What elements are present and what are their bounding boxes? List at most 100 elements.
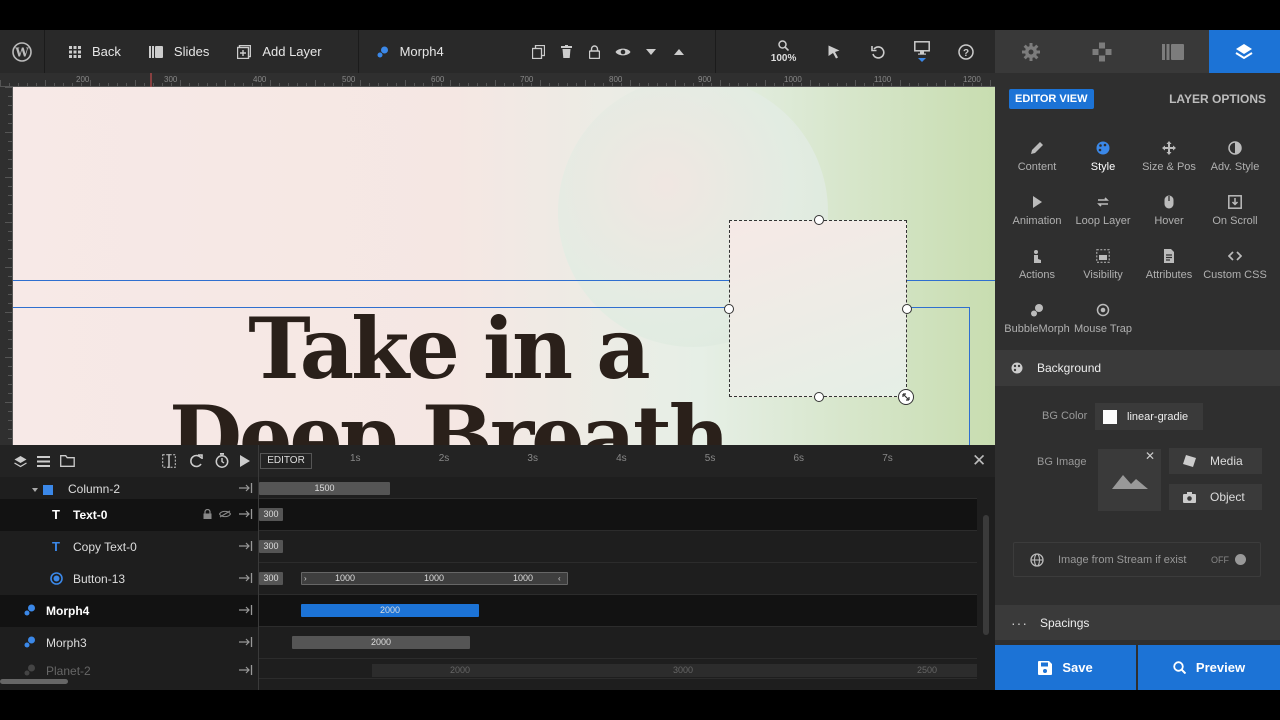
spacings-section-header[interactable]: ··· Spacings <box>995 605 1280 640</box>
time-tick-label: 5s <box>704 453 716 464</box>
timing-bar[interactable]: 2000 <box>292 636 470 649</box>
layer-row-copy-text-0[interactable]: T Copy Text-0 300 <box>0 531 995 563</box>
align-end-icon[interactable] <box>239 637 253 647</box>
undo-icon[interactable] <box>856 30 900 73</box>
slides-label: Slides <box>173 44 210 59</box>
lock-icon[interactable] <box>203 509 212 519</box>
resize-handle[interactable] <box>902 304 912 314</box>
align-end-icon[interactable] <box>239 483 253 493</box>
layer-row-morph3[interactable]: Morph3 2000 <box>0 627 995 659</box>
align-end-icon[interactable] <box>239 541 253 551</box>
start-time-badge[interactable]: 300 <box>259 508 283 521</box>
close-icon[interactable]: ✕ <box>1143 450 1157 464</box>
bg-color-field[interactable]: linear-gradie <box>1095 403 1203 430</box>
option-custom-css[interactable]: Custom CSS <box>1202 249 1268 281</box>
align-end-icon[interactable] <box>239 665 253 675</box>
object-button[interactable]: Object <box>1169 484 1262 510</box>
option-loop-layer[interactable]: Loop Layer <box>1070 195 1136 227</box>
layer-row-column-2[interactable]: Column-2 1500 <box>0 477 995 499</box>
option-visibility[interactable]: Visibility <box>1070 249 1136 281</box>
caret-up-icon[interactable] <box>665 30 693 73</box>
media-button[interactable]: Media <box>1169 448 1262 474</box>
stream-toggle[interactable] <box>1235 554 1246 565</box>
timing-bar[interactable]: 1500 <box>259 482 390 495</box>
ruler-label: 800 <box>609 75 623 84</box>
bg-image-label: BG Image <box>1037 456 1087 468</box>
zoom-control[interactable]: 100% <box>756 30 812 73</box>
duplicate-icon[interactable] <box>525 30 553 73</box>
folder-icon[interactable] <box>60 455 75 467</box>
hidden-eye-icon[interactable] <box>219 510 231 518</box>
planet-duration: 2000 <box>450 665 471 675</box>
current-layer-selector[interactable]: Morph4 <box>359 30 525 73</box>
back-button[interactable]: Back <box>45 30 135 73</box>
tab-layers[interactable] <box>1208 30 1280 73</box>
editor-view-badge[interactable]: EDITOR VIEW <box>1009 89 1094 109</box>
trash-icon[interactable] <box>553 30 581 73</box>
resize-handle[interactable] <box>724 304 734 314</box>
start-time-badge[interactable]: 300 <box>259 572 283 585</box>
background-section-header[interactable]: Background <box>995 350 1280 386</box>
add-layer-label: Add Layer <box>262 44 322 59</box>
option-mouse-trap[interactable]: Mouse Trap <box>1070 303 1136 335</box>
resize-handle[interactable] <box>814 215 824 225</box>
lock-icon[interactable] <box>581 30 609 73</box>
play-icon[interactable] <box>240 455 250 467</box>
stopwatch-icon[interactable] <box>215 453 229 468</box>
slides-button[interactable]: Slides <box>135 30 223 73</box>
option-adv-style[interactable]: Adv. Style <box>1202 141 1268 173</box>
option-animation[interactable]: Animation <box>1004 195 1070 227</box>
resize-handle[interactable] <box>814 392 824 402</box>
layer-row-button-13[interactable]: Button-13 300 › ‹ 1000 1000 1000 <box>0 563 995 595</box>
layer-name: Text-0 <box>73 508 108 522</box>
layers-icon[interactable] <box>14 455 27 468</box>
segment-duration: 1000 <box>424 573 445 583</box>
preview-button[interactable]: Preview <box>1138 645 1280 690</box>
row-label-bg <box>0 563 258 595</box>
align-end-icon[interactable] <box>239 509 253 519</box>
layer-row-morph4[interactable]: Morph4 2000 <box>0 595 995 627</box>
more-icon: ··· <box>1011 614 1028 631</box>
timing-bar[interactable]: 2000 <box>301 604 479 617</box>
time-tick-label: 7s <box>882 453 893 464</box>
tab-navigation[interactable] <box>1066 30 1137 73</box>
save-button[interactable]: Save <box>995 645 1136 690</box>
start-time-badge[interactable]: 300 <box>259 540 283 553</box>
list-icon[interactable] <box>37 456 50 467</box>
horizontal-scrollbar[interactable] <box>0 679 68 684</box>
add-layer-button[interactable]: Add Layer <box>223 30 335 73</box>
scale-handle-icon[interactable] <box>898 389 914 405</box>
caret-down-icon[interactable] <box>637 30 665 73</box>
ruler-label: 1200 <box>963 75 981 84</box>
cursor-icon[interactable] <box>812 30 856 73</box>
wordpress-icon[interactable]: W <box>0 30 44 73</box>
eye-icon[interactable] <box>609 30 637 73</box>
layer-row-planet-2[interactable]: Planet-2 2000 3000 2500 <box>0 659 995 679</box>
option-size-pos[interactable]: Size & Pos <box>1136 141 1202 173</box>
layer-row-text-0[interactable]: T Text-0 300 <box>0 499 995 531</box>
close-timeline-icon[interactable]: ✕ <box>972 452 986 469</box>
vertical-scrollbar[interactable] <box>983 515 989 635</box>
option-content[interactable]: Content <box>1004 141 1070 173</box>
option-on-scroll[interactable]: On Scroll <box>1202 195 1268 227</box>
slide-canvas[interactable]: Take in a Deep Breath <box>13 87 995 445</box>
tab-slides[interactable] <box>1138 30 1209 73</box>
contrast-icon <box>1228 141 1242 155</box>
slides-icon <box>148 45 163 58</box>
option-actions[interactable]: Actions <box>1004 249 1070 281</box>
align-end-icon[interactable] <box>239 573 253 583</box>
option-attributes[interactable]: Attributes <box>1136 249 1202 281</box>
option-style[interactable]: Style <box>1070 141 1136 173</box>
help-icon[interactable]: ? <box>944 30 988 73</box>
morph-layer-selection[interactable] <box>729 220 907 397</box>
align-end-icon[interactable] <box>239 605 253 615</box>
option-bubblemorph[interactable]: BubbleMorph <box>1004 303 1070 335</box>
tab-slide-settings[interactable] <box>995 30 1066 73</box>
row-label-bg <box>0 627 258 659</box>
desktop-view-icon[interactable] <box>900 30 944 73</box>
option-label: Visibility <box>1083 269 1123 281</box>
loop-icon[interactable] <box>189 454 203 468</box>
timeline-cut-icon[interactable] <box>162 454 176 468</box>
bubble-icon <box>1031 304 1043 317</box>
option-hover[interactable]: Hover <box>1136 195 1202 227</box>
